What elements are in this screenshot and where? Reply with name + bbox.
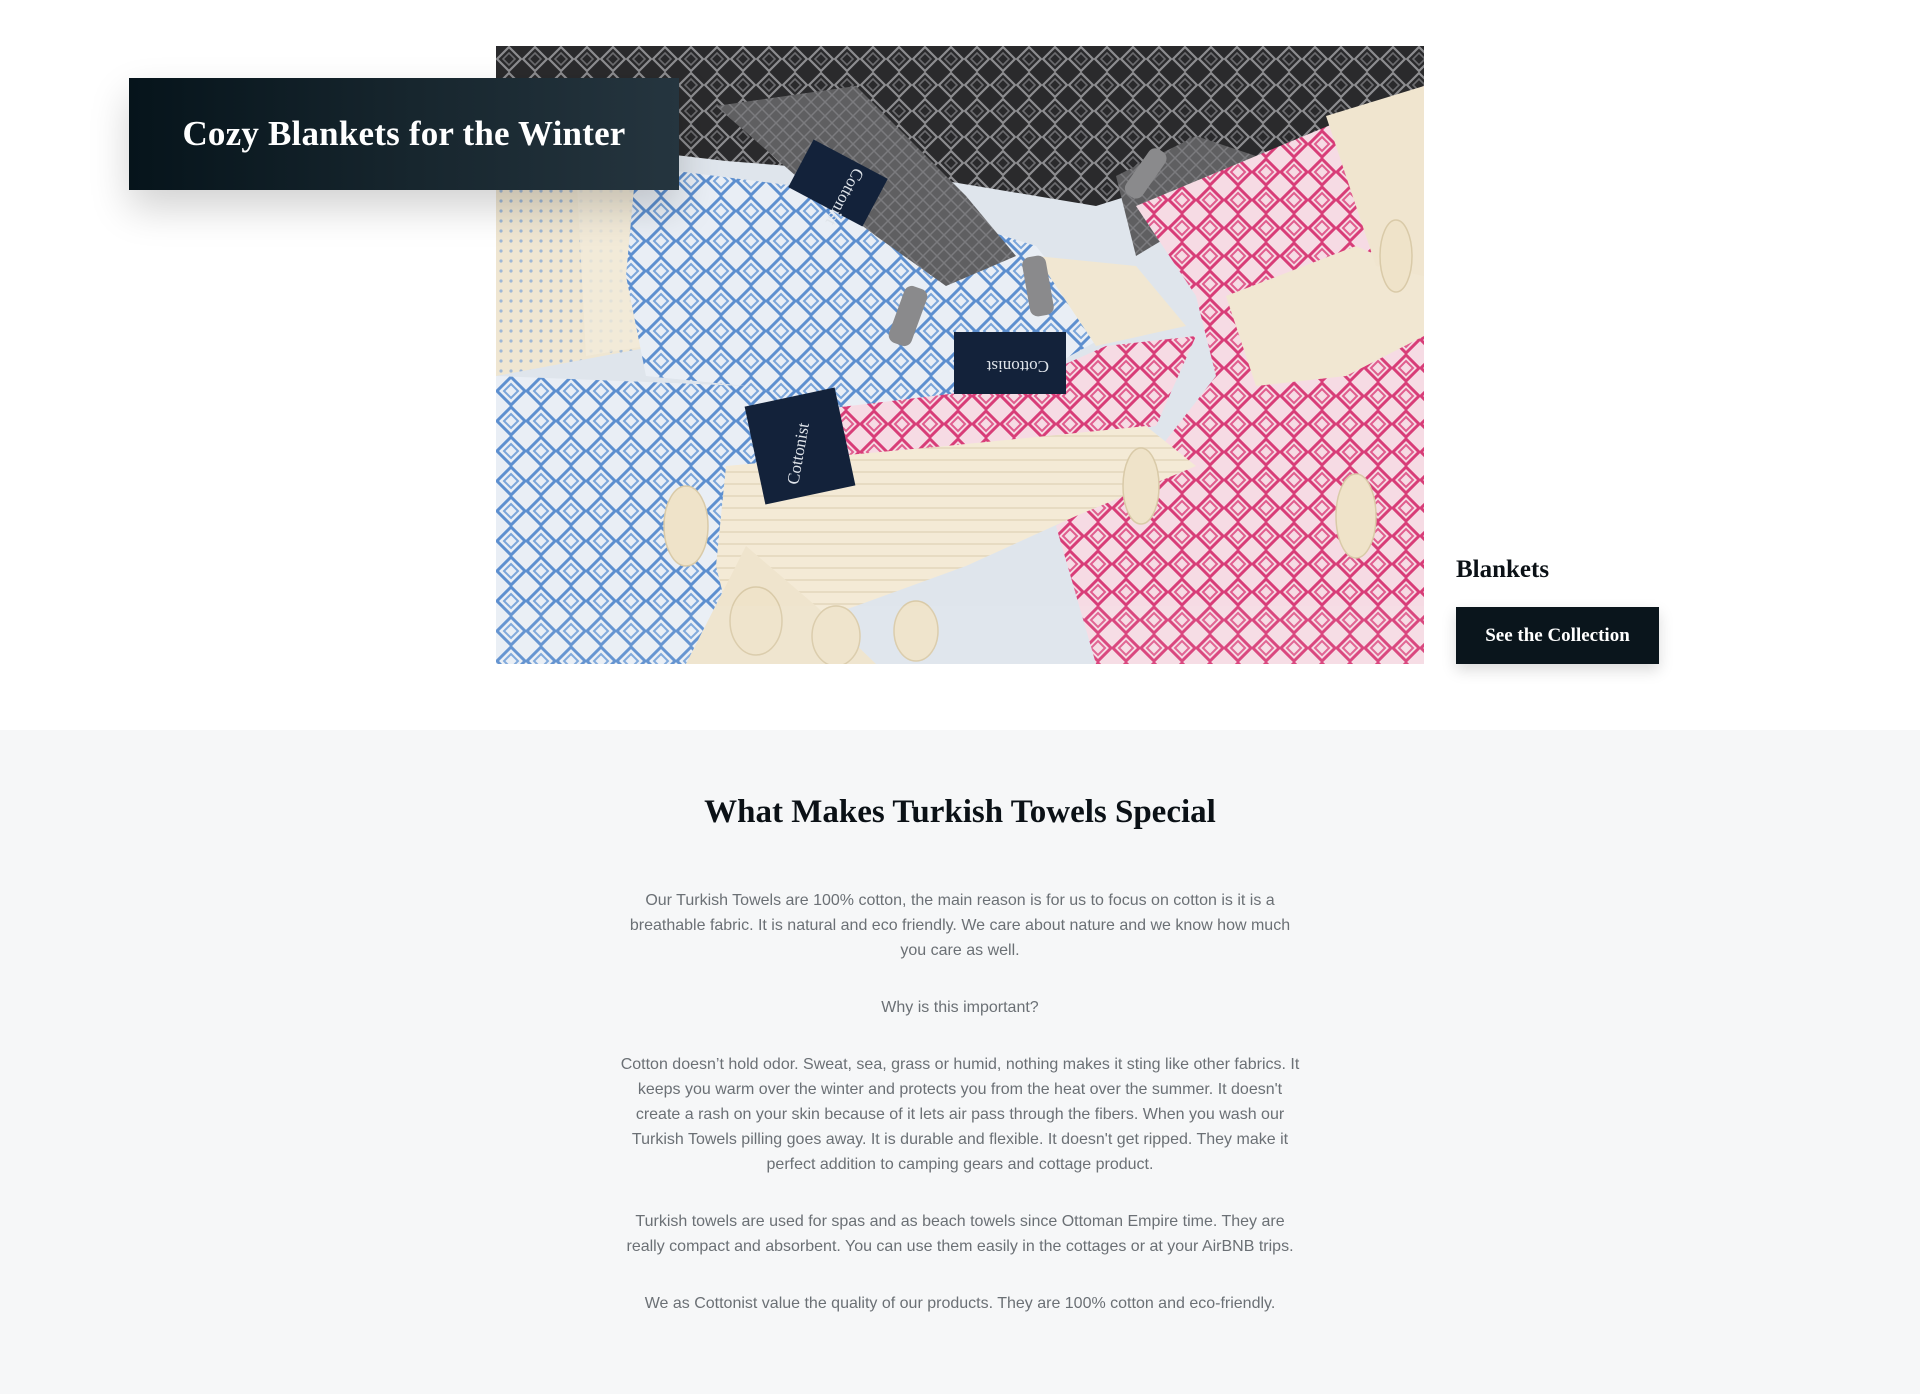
info-paragraph: Why is this important? <box>881 999 1039 1016</box>
info-paragraph: We as Cottonist value the quality of our… <box>644 1295 1276 1312</box>
collection-label: Blankets <box>1456 556 1550 583</box>
info-paragraph: Turkish towels are used for spas and as … <box>626 1213 1294 1255</box>
hero-title: Cozy Blankets for the Winter <box>182 114 626 153</box>
info-paragraph: Our Turkish Towels are 100% cotton, the … <box>629 892 1291 959</box>
hero-section: Cottonist Cottonist Cottonist Cozy Blank… <box>0 0 1920 730</box>
hero-title-banner: Cozy Blankets for the Winter <box>129 78 679 190</box>
see-collection-button[interactable]: See the Collection <box>1456 607 1659 664</box>
info-section: What Makes Turkish Towels Special Our Tu… <box>0 730 1920 1394</box>
info-heading: What Makes Turkish Towels Special <box>704 794 1216 830</box>
info-paragraph: Cotton doesn’t hold odor. Sweat, sea, gr… <box>620 1056 1300 1173</box>
info-body: Our Turkish Towels are 100% cotton, the … <box>615 888 1305 1348</box>
